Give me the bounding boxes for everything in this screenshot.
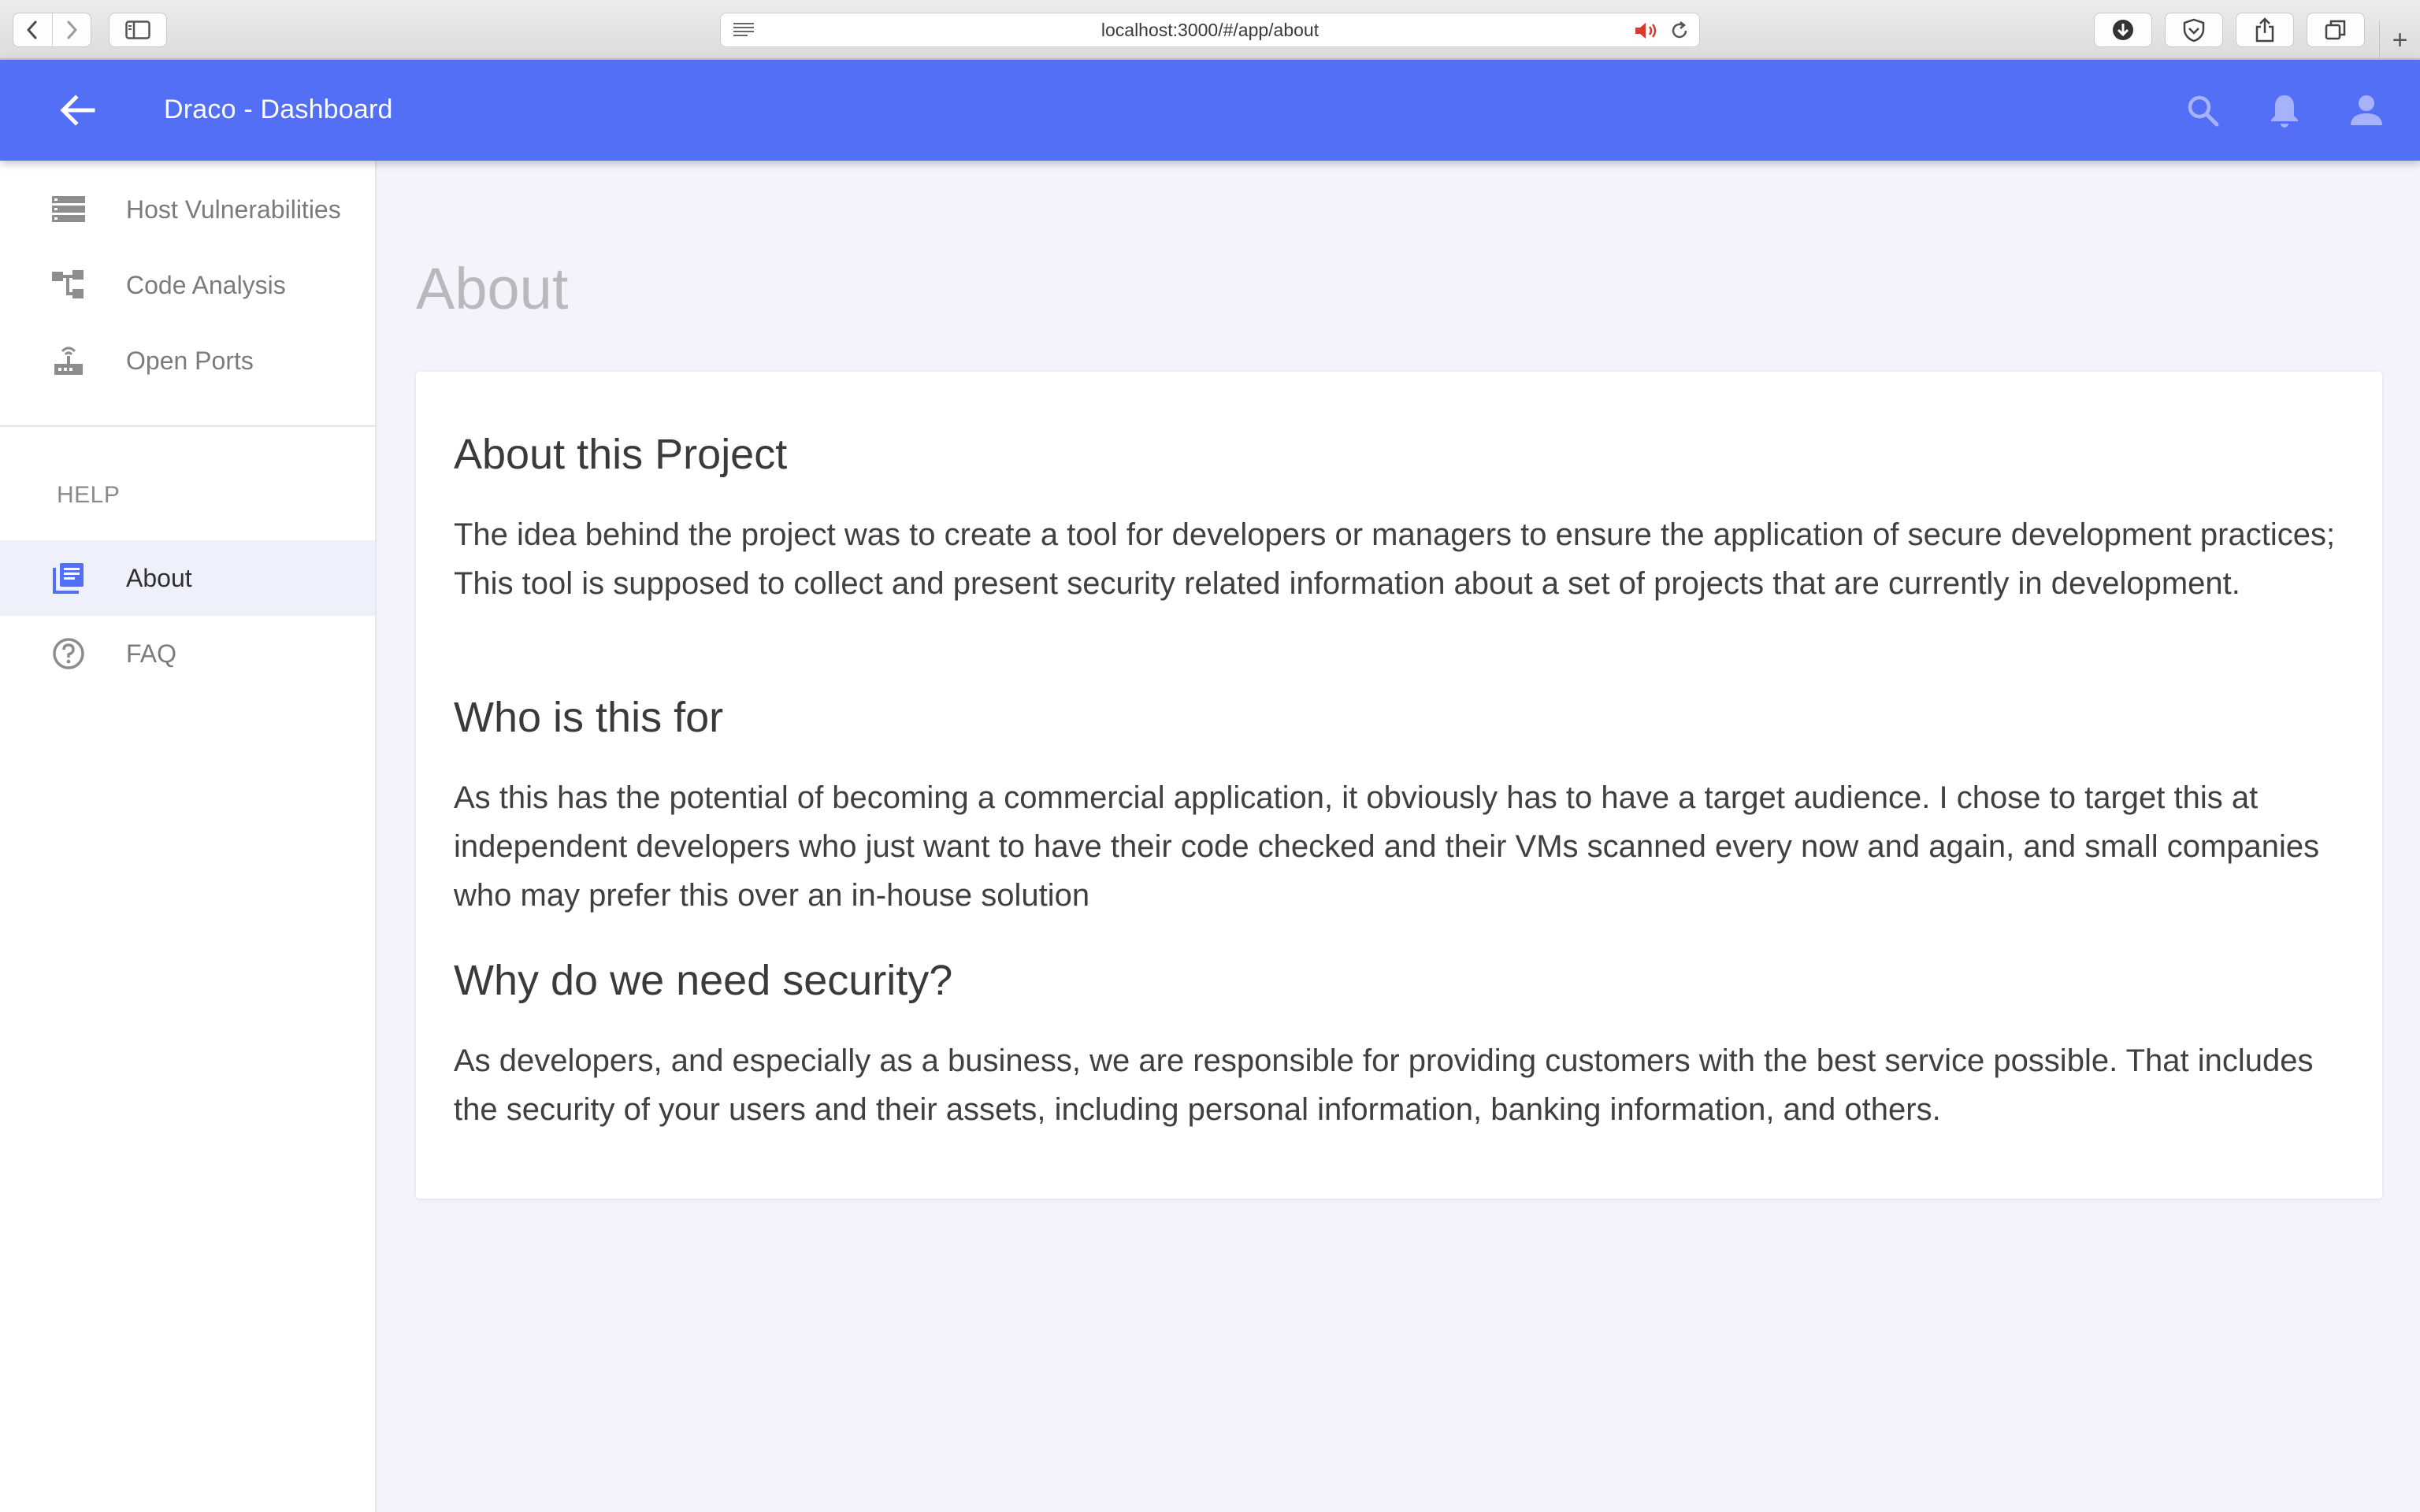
forward-button[interactable] <box>51 13 91 46</box>
download-icon <box>2113 20 2133 40</box>
browser-toolbar: localhost:3000/#/app/about + <box>0 0 2420 60</box>
search-button[interactable] <box>2182 90 2223 131</box>
extension-button[interactable] <box>2165 13 2223 47</box>
section-heading: About this Project <box>454 431 788 478</box>
section-heading: Why do we need security? <box>454 957 953 1004</box>
router-icon <box>50 343 87 378</box>
page-title: About <box>416 256 569 321</box>
sidebar-item-code-analysis[interactable]: Code Analysis <box>0 247 375 323</box>
sidebar-divider <box>0 425 375 427</box>
help-circle-icon <box>50 636 87 671</box>
section-body: The idea behind the project was to creat… <box>454 517 2336 601</box>
history-nav <box>13 13 91 47</box>
reload-icon[interactable] <box>1669 20 1690 46</box>
app-header: Draco - Dashboard <box>0 60 2420 161</box>
url-text[interactable]: localhost:3000/#/app/about <box>1101 20 1319 41</box>
section-body: As this has the potential of becoming a … <box>454 780 2320 913</box>
tab-overview-button[interactable] <box>2307 13 2365 47</box>
about-card: About this Project The idea behind the p… <box>416 372 2382 1199</box>
account-icon <box>2351 95 2382 125</box>
shield-icon <box>2183 18 2205 42</box>
sidebar: Host Vulnerabilities Code Analysis Open … <box>0 161 377 1512</box>
sidebar-item-label: Code Analysis <box>126 270 286 299</box>
sidebar-item-about[interactable]: About <box>0 540 375 616</box>
sidebar-item-label: FAQ <box>126 639 177 668</box>
share-button[interactable] <box>2236 13 2294 47</box>
server-list-icon <box>50 192 87 227</box>
bell-icon <box>2271 95 2298 128</box>
app-title: Draco - Dashboard <box>164 94 393 124</box>
sidebar-item-label: About <box>126 563 192 592</box>
audio-playing-icon[interactable] <box>1633 20 1660 46</box>
tabs-icon <box>2325 20 2346 40</box>
sidebar-item-open-ports[interactable]: Open Ports <box>0 323 375 398</box>
sidebar-item-faq[interactable]: FAQ <box>0 616 375 691</box>
section-body: As developers, and especially as a busin… <box>454 1043 2314 1127</box>
back-button[interactable] <box>13 13 52 46</box>
tree-structure-icon <box>50 268 87 302</box>
notifications-button[interactable] <box>2264 90 2305 131</box>
reader-icon[interactable] <box>732 21 755 43</box>
sidebar-icon <box>125 20 150 39</box>
sidebar-item-label: Host Vulnerabilities <box>126 195 341 224</box>
address-bar[interactable]: localhost:3000/#/app/about <box>720 13 1700 47</box>
section-heading: Who is this for <box>454 694 724 741</box>
new-tab-button[interactable]: + <box>2379 20 2420 60</box>
nav-back-button[interactable] <box>57 93 101 128</box>
chevron-left-icon <box>27 20 37 39</box>
library-books-icon <box>50 561 87 595</box>
sidebar-section-help: HELP <box>57 482 121 508</box>
downloads-button[interactable] <box>2094 13 2152 47</box>
sidebar-toggle-button[interactable] <box>109 13 167 47</box>
sidebar-item-host-vulnerabilities[interactable]: Host Vulnerabilities <box>0 172 375 247</box>
sidebar-item-label: Open Ports <box>126 346 254 375</box>
share-icon <box>2255 17 2274 43</box>
search-icon <box>2188 95 2219 127</box>
arrow-back-icon <box>60 94 95 126</box>
account-button[interactable] <box>2346 90 2387 131</box>
chevron-right-icon <box>67 20 77 39</box>
